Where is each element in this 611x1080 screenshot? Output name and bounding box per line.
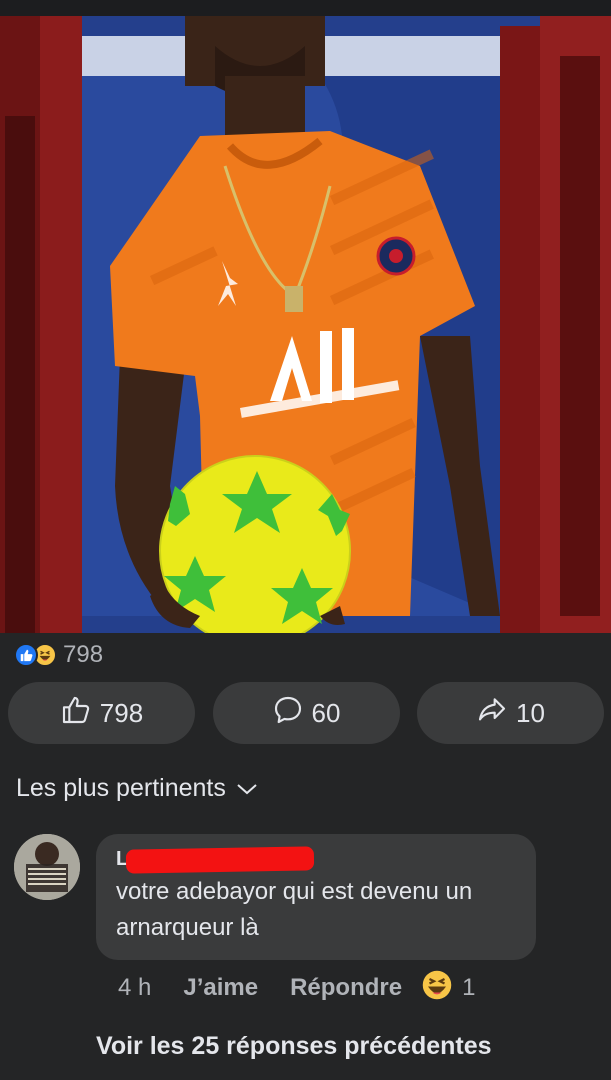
post-photo-illustration <box>0 16 611 633</box>
comment-reaction-count: 1 <box>462 974 476 1001</box>
author-name-redaction <box>125 846 315 874</box>
comment-reactions[interactable]: 1 <box>422 970 475 1007</box>
comment-like-link[interactable]: J’aime <box>183 974 258 1002</box>
like-reaction-icon <box>14 643 38 667</box>
comment-text: votre adebayor qui est devenu un arnarqu… <box>116 878 473 941</box>
comment-bubble[interactable]: L votre adebayor qui est devenu un arnar… <box>96 834 536 960</box>
reactions-summary[interactable]: 798 <box>14 640 103 670</box>
top-strip <box>0 0 611 16</box>
share-button[interactable]: 10 <box>417 682 604 744</box>
avatar-image <box>14 834 80 900</box>
thumbs-up-icon <box>60 694 92 733</box>
comments-sort-label: Les plus pertinents <box>16 773 226 802</box>
see-previous-replies-link[interactable]: Voir les 25 réponses précédentes <box>96 1026 492 1066</box>
like-count: 798 <box>99 697 144 728</box>
comment-button[interactable]: 60 <box>212 682 400 744</box>
comment-bubble-icon <box>272 694 304 733</box>
commenter-avatar[interactable] <box>14 834 80 900</box>
share-count: 10 <box>516 697 545 728</box>
reaction-total-count: 798 <box>63 641 104 668</box>
comment-author[interactable]: L <box>116 844 516 874</box>
chevron-down-icon <box>226 774 258 803</box>
comments-sort-dropdown[interactable]: Les plus pertinents <box>16 768 258 808</box>
post-actions-bar: 798 60 10 <box>8 682 604 744</box>
comment-count: 60 <box>311 697 341 728</box>
comment-meta-row: 4 h J’aime Répondre 1 <box>118 968 475 1008</box>
comment-timestamp[interactable]: 4 h <box>118 974 151 1002</box>
haha-icon <box>422 970 452 1007</box>
share-arrow-icon <box>476 694 508 733</box>
comment-reply-link[interactable]: Répondre <box>290 974 402 1002</box>
like-button[interactable]: 798 <box>8 682 195 744</box>
post-photo[interactable] <box>0 16 611 633</box>
